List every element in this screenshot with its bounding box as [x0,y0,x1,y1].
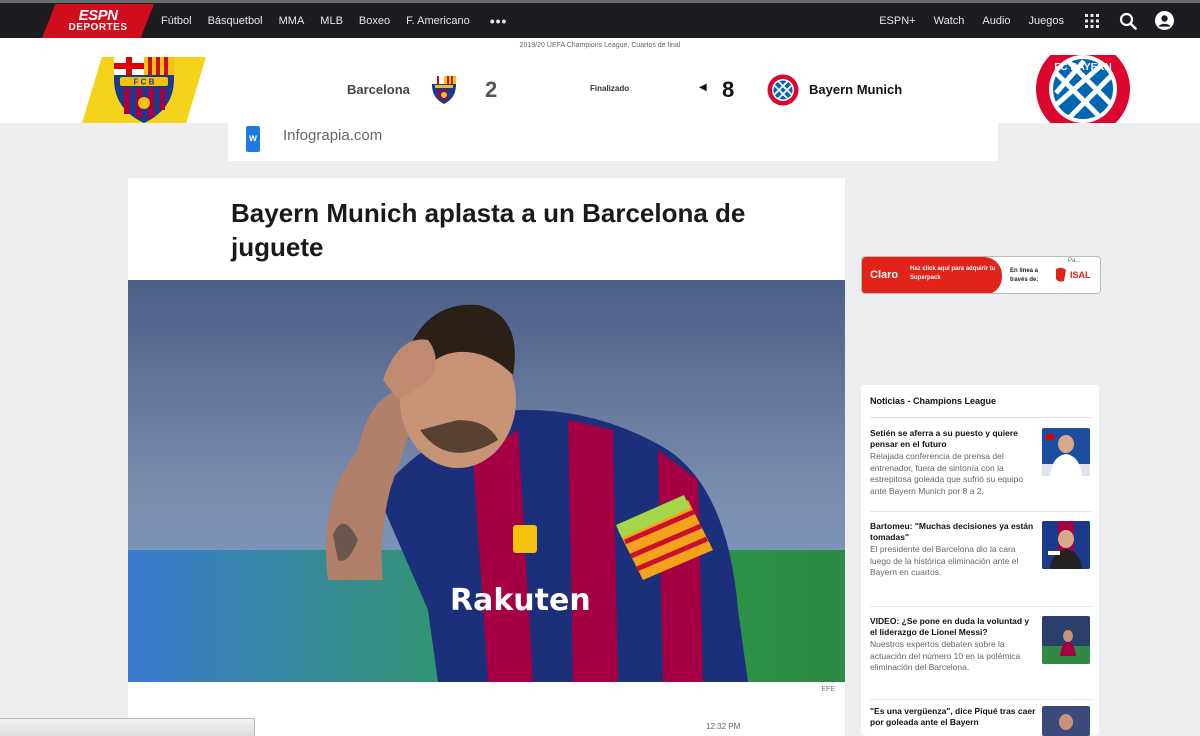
winner-arrow-icon: ◀ [699,82,707,93]
isal-logo: ISAL [1054,267,1094,285]
user-icon[interactable] [1154,11,1174,31]
bayern-small-crest-icon [767,74,799,111]
photo-credit: EFE [821,686,835,693]
divider [870,606,1092,607]
news-item-headline[interactable]: Bartomeu: "Muchas decisiones ya están to… [870,521,1038,543]
barcelona-small-crest-icon [429,75,459,110]
top-navigation-bar: ESPN DEPORTES Fútbol Básquetbol MMA MLB … [0,0,1200,38]
competition-label: 2019/20 UEFA Champions League, Cuartos d… [519,42,681,49]
news-item-description: El presidente del Barcelona dio la cara … [870,544,1019,577]
claro-advertisement[interactable]: Claro Haz click aquí para adquirir tu Su… [861,256,1101,294]
sport-links: Fútbol Básquetbol MMA MLB Boxeo F. Ameri… [161,3,507,38]
logo-text-espn: ESPN [78,7,118,24]
news-item-description: Relajada conferencia de prensa del entre… [870,451,1024,496]
claro-select[interactable]: Pa... [1068,258,1080,264]
more-sports-menu[interactable]: ••• [490,13,508,29]
nav-link-basquetbol[interactable]: Básquetbol [208,15,263,27]
logo-text-deportes: DEPORTES [68,22,128,33]
claro-online-text: En línea a través de: [1010,268,1039,283]
article-timestamp: 12:32 PM [706,722,741,731]
nav-link-juegos[interactable]: Juegos [1029,15,1064,27]
divider [870,417,1092,418]
news-item-description: Nuestros expertos debaten sobre la actua… [870,639,1021,672]
nav-right-links: ESPN+ Watch Audio Juegos [879,3,1200,38]
divider [870,699,1092,700]
barcelona-crest-icon: F C B [96,57,192,123]
claro-message: Haz click aquí para adquirir tu Superpac… [910,266,996,281]
claro-brand: Claro [870,269,899,281]
news-item-headline[interactable]: "Es una vergüenza", dice Piqué tras caer… [870,706,1038,728]
news-item[interactable]: VIDEO: ¿Se pone en duda la voluntad y el… [870,616,1092,700]
claro-ad-red-panel: Claro Haz click aquí para adquirir tu Su… [862,257,1002,293]
news-item[interactable]: "Es una vergüenza", dice Piqué tras caer… [870,706,1092,736]
infograpia-logo-icon: w [246,126,260,152]
nav-link-espn-plus[interactable]: ESPN+ [879,15,915,27]
away-team-name[interactable]: Bayern Munich [809,82,902,97]
news-item-headline[interactable]: Setién se aferra a su puesto y quiere pe… [870,428,1038,450]
isal-text: ISAL [1070,270,1091,280]
article-card: Bayern Munich aplasta a un Barcelona de … [128,178,845,736]
download-bar-edge [0,718,255,736]
away-score: 8 [722,77,735,102]
nav-link-mma[interactable]: MMA [279,15,305,27]
home-team-name[interactable]: Barcelona [347,82,410,97]
divider [870,511,1092,512]
news-thumbnail[interactable] [1042,428,1090,476]
grid-icon[interactable] [1082,11,1102,31]
svg-text:F C B: F C B [134,78,155,87]
news-item[interactable]: Bartomeu: "Muchas decisiones ya están to… [870,521,1092,607]
nav-link-mlb[interactable]: MLB [320,15,343,27]
news-item[interactable]: Setién se aferra a su puesto y quiere pe… [870,428,1092,512]
nav-link-futbol[interactable]: Fútbol [161,15,192,27]
search-icon[interactable] [1118,11,1138,31]
barcelona-banner: F C B [82,57,206,123]
news-thumbnail[interactable] [1042,706,1090,736]
espn-deportes-logo[interactable]: ESPN DEPORTES [42,4,154,38]
nav-link-f-americano[interactable]: F. Americano [406,15,470,27]
svg-text:Rakuten: Rakuten [450,583,591,618]
bayern-crest-icon: FC BAYERN [1034,42,1132,136]
match-status: Finalizado [590,84,630,93]
article-photo[interactable]: Rakuten [128,280,845,682]
news-thumbnail[interactable] [1042,616,1090,664]
sponsored-text: Infograpia.com [283,127,383,144]
nav-link-audio[interactable]: Audio [982,15,1010,27]
article-headline: Bayern Munich aplasta a un Barcelona de … [231,198,746,262]
home-score: 2 [485,77,498,102]
svg-text:FC BAYERN: FC BAYERN [1054,62,1111,73]
nav-link-boxeo[interactable]: Boxeo [359,15,390,27]
news-thumbnail[interactable] [1042,521,1090,569]
news-panel: Noticias - Champions League Setién se af… [861,385,1099,736]
news-panel-title: Noticias - Champions League [870,396,997,406]
sponsored-banner[interactable]: w Infograpia.com [228,123,998,161]
nav-link-watch[interactable]: Watch [934,15,965,27]
scoreboard[interactable]: 2019/20 UEFA Champions League, Cuartos d… [0,38,1200,136]
news-item-headline[interactable]: VIDEO: ¿Se pone en duda la voluntad y el… [870,616,1038,638]
